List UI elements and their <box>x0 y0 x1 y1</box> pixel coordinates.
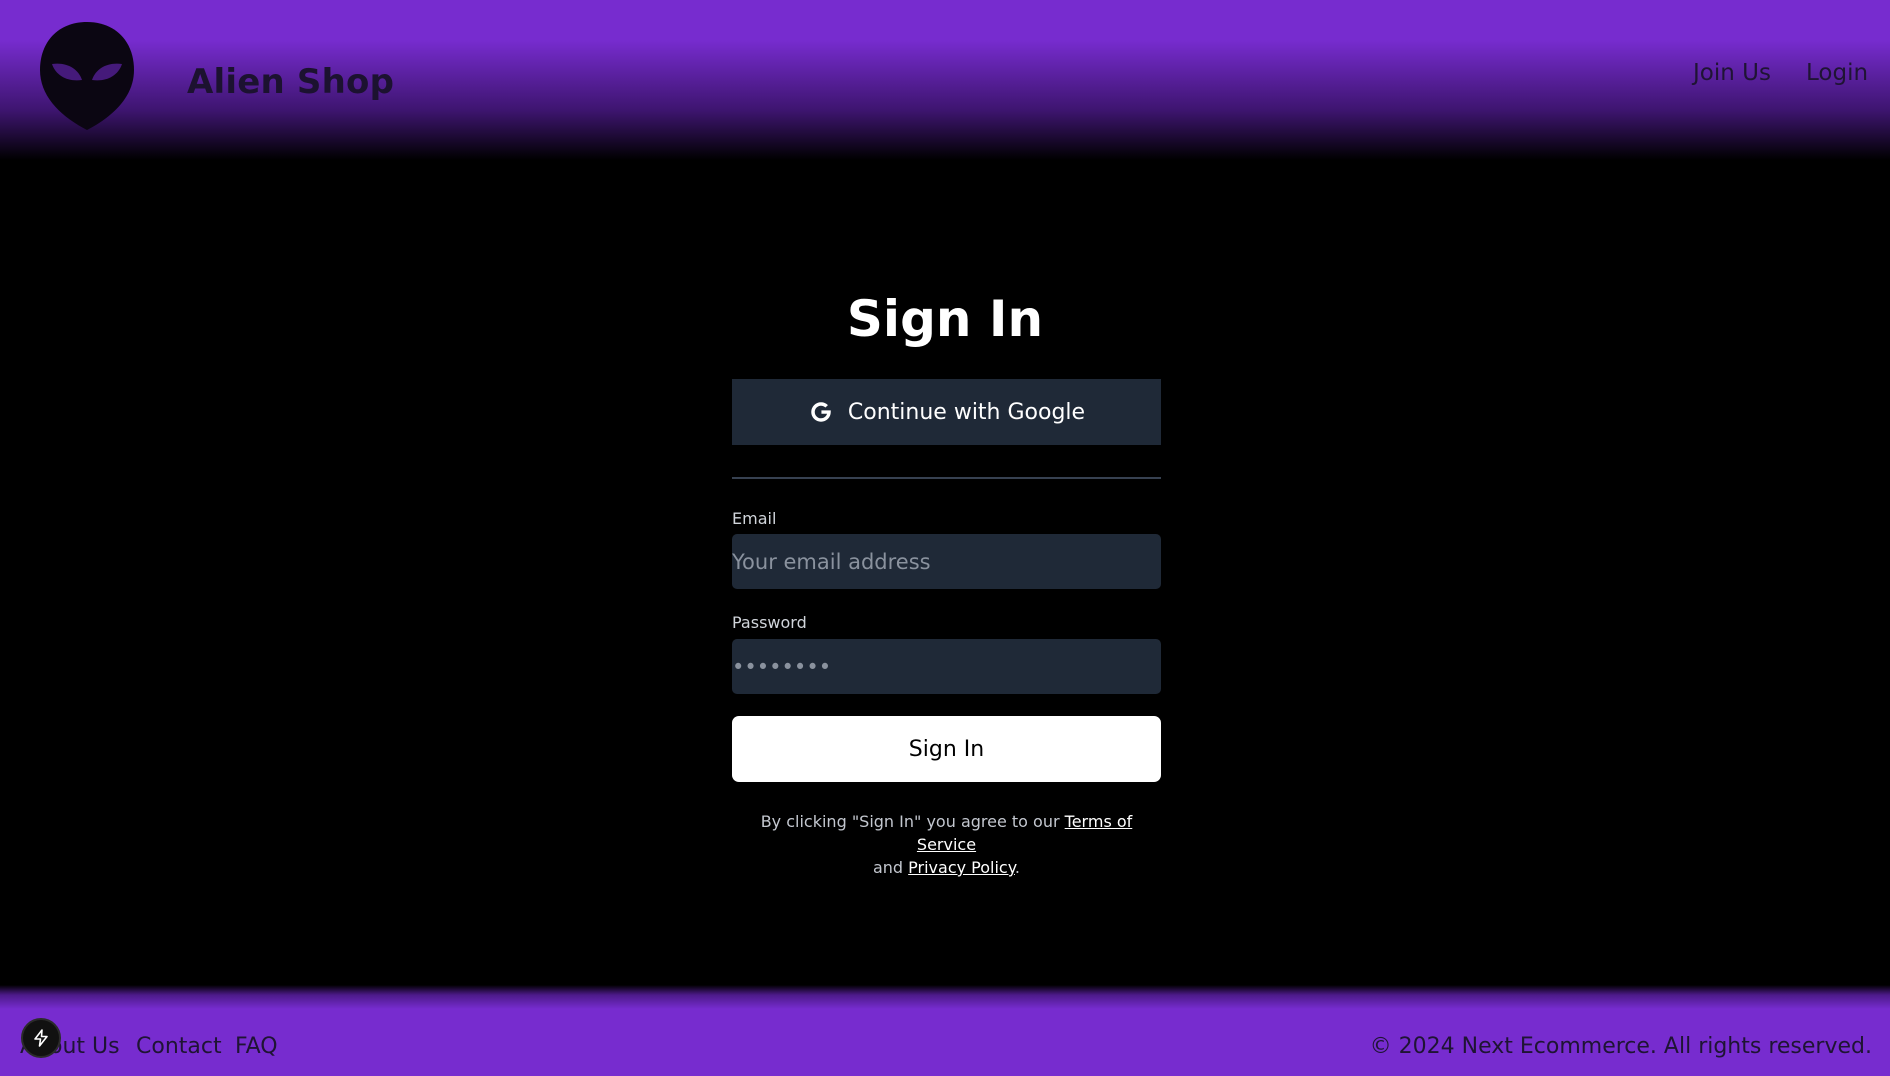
nav-login-link[interactable]: Login <box>1806 60 1868 86</box>
password-label: Password <box>732 613 807 632</box>
sign-in-button[interactable]: Sign In <box>732 716 1161 782</box>
footer-faq-link[interactable]: FAQ <box>235 1034 278 1059</box>
terms-suffix: . <box>1014 858 1021 877</box>
page-title: Sign In <box>846 290 1044 348</box>
footer-contact-link[interactable]: Contact <box>136 1034 222 1059</box>
terms-notice: By clicking "Sign In" you agree to our T… <box>732 810 1161 879</box>
lightning-icon <box>34 1029 48 1047</box>
email-field[interactable] <box>732 534 1161 589</box>
alien-logo-icon[interactable] <box>38 20 136 132</box>
divider <box>732 477 1161 479</box>
continue-with-google-button[interactable]: Continue with Google <box>732 379 1161 445</box>
email-label: Email <box>732 509 777 528</box>
brand-name[interactable]: Alien Shop <box>187 62 394 102</box>
terms-and: and <box>872 858 909 877</box>
terms-prefix: By clicking "Sign In" you agree to our <box>760 812 1065 831</box>
site-footer <box>0 985 1890 1076</box>
privacy-policy-link[interactable]: Privacy Policy <box>908 858 1015 877</box>
nav-join-us-link[interactable]: Join Us <box>1693 60 1771 86</box>
google-button-label: Continue with Google <box>847 399 1086 425</box>
site-header: Alien Shop Join Us Login <box>0 0 1890 166</box>
copyright-text: © 2024 Next Ecommerce. All rights reserv… <box>1369 1034 1872 1059</box>
password-field[interactable] <box>732 639 1161 694</box>
google-icon <box>811 402 831 422</box>
dev-tools-badge[interactable] <box>21 1018 61 1058</box>
